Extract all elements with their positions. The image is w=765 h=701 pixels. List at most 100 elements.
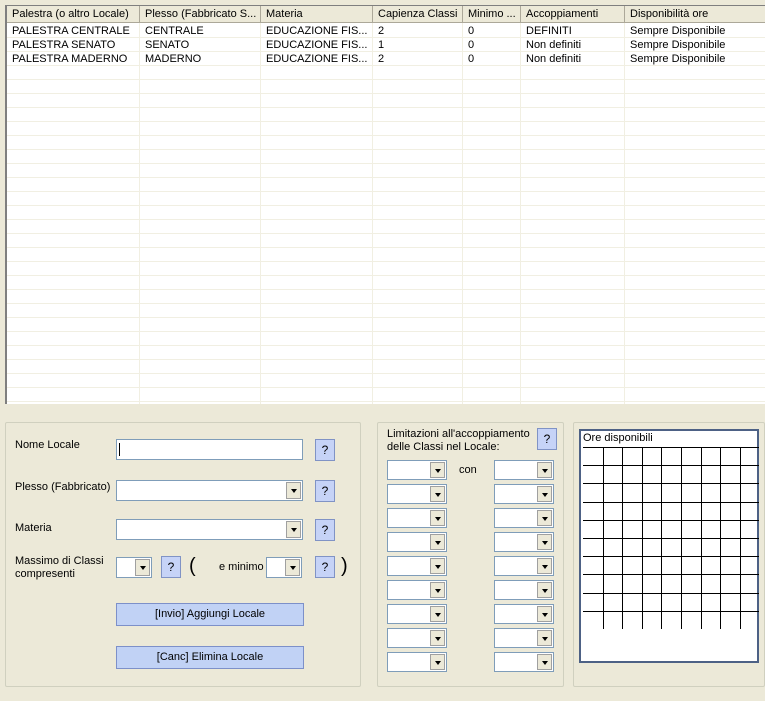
hour-slot[interactable] bbox=[583, 610, 603, 629]
nome-locale-help-button[interactable]: ? bbox=[315, 439, 335, 461]
hour-slot[interactable] bbox=[641, 447, 662, 466]
hour-slot[interactable] bbox=[583, 483, 603, 501]
massimo-classi-select[interactable] bbox=[116, 557, 152, 578]
hour-slot[interactable] bbox=[739, 556, 760, 575]
delete-locale-button[interactable]: [Canc] Elimina Locale bbox=[116, 646, 304, 669]
column-header[interactable]: Plesso (Fabbricato S... bbox=[140, 6, 261, 23]
limit-class-b-select[interactable] bbox=[494, 580, 554, 600]
hour-slot[interactable] bbox=[583, 538, 603, 556]
limit-class-b-select[interactable] bbox=[494, 484, 554, 504]
hour-slot[interactable] bbox=[739, 538, 760, 557]
add-locale-button[interactable]: [Invio] Aggiungi Locale bbox=[116, 603, 304, 626]
hour-slot[interactable] bbox=[720, 574, 740, 593]
hour-slot[interactable] bbox=[739, 592, 760, 611]
hour-slot[interactable] bbox=[720, 519, 740, 538]
hour-slot[interactable] bbox=[720, 483, 740, 502]
hour-slot[interactable] bbox=[661, 465, 681, 484]
materia-help-button[interactable]: ? bbox=[315, 519, 335, 541]
limit-class-a-select[interactable] bbox=[387, 652, 447, 672]
hour-slot[interactable] bbox=[661, 519, 681, 538]
hour-slot[interactable] bbox=[681, 501, 701, 520]
limit-class-a-select[interactable] bbox=[387, 508, 447, 528]
hour-slot[interactable] bbox=[720, 447, 740, 466]
hour-slot[interactable] bbox=[622, 519, 642, 538]
hour-slot[interactable] bbox=[700, 592, 721, 611]
hour-slot[interactable] bbox=[681, 483, 701, 502]
hour-slot[interactable] bbox=[602, 574, 623, 593]
hour-slot[interactable] bbox=[661, 556, 681, 575]
plesso-help-button[interactable]: ? bbox=[315, 480, 335, 502]
hour-slot[interactable] bbox=[681, 592, 701, 611]
hour-slot[interactable] bbox=[602, 519, 623, 538]
hour-slot[interactable] bbox=[622, 574, 642, 593]
column-header[interactable]: Palestra (o altro Locale) bbox=[7, 6, 140, 23]
hour-slot[interactable] bbox=[661, 574, 681, 593]
hour-slot[interactable] bbox=[720, 501, 740, 520]
limit-class-a-select[interactable] bbox=[387, 460, 447, 480]
limit-class-b-select[interactable] bbox=[494, 604, 554, 624]
hour-slot[interactable] bbox=[739, 483, 760, 502]
hour-slot[interactable] bbox=[641, 519, 662, 538]
hour-slot[interactable] bbox=[583, 592, 603, 611]
hour-slot[interactable] bbox=[602, 556, 623, 575]
hour-slot[interactable] bbox=[700, 519, 721, 538]
hour-slot[interactable] bbox=[681, 519, 701, 538]
limit-class-a-select[interactable] bbox=[387, 556, 447, 576]
hour-slot[interactable] bbox=[720, 556, 740, 575]
hour-slot[interactable] bbox=[641, 465, 662, 484]
hour-slot[interactable] bbox=[700, 501, 721, 520]
hour-slot[interactable] bbox=[602, 592, 623, 611]
hour-slot[interactable] bbox=[720, 592, 740, 611]
hour-slot[interactable] bbox=[622, 483, 642, 502]
column-header[interactable]: Capienza Classi bbox=[373, 6, 463, 23]
hour-slot[interactable] bbox=[622, 610, 642, 629]
hour-slot[interactable] bbox=[602, 447, 623, 466]
hour-slot[interactable] bbox=[700, 574, 721, 593]
hour-slot[interactable] bbox=[720, 465, 740, 484]
nome-locale-input[interactable] bbox=[116, 439, 303, 460]
hour-slot[interactable] bbox=[700, 556, 721, 575]
limit-class-b-select[interactable] bbox=[494, 508, 554, 528]
hour-slot[interactable] bbox=[739, 574, 760, 593]
hour-slot[interactable] bbox=[622, 592, 642, 611]
hour-slot[interactable] bbox=[622, 465, 642, 484]
hour-slot[interactable] bbox=[700, 610, 721, 629]
hour-slot[interactable] bbox=[641, 501, 662, 520]
hour-slot[interactable] bbox=[602, 610, 623, 629]
hour-slot[interactable] bbox=[583, 501, 603, 520]
hour-slot[interactable] bbox=[681, 447, 701, 466]
hour-slot[interactable] bbox=[661, 610, 681, 629]
limit-class-a-select[interactable] bbox=[387, 484, 447, 504]
hour-slot[interactable] bbox=[583, 574, 603, 592]
hour-slot[interactable] bbox=[661, 447, 681, 466]
hour-slot[interactable] bbox=[641, 483, 662, 502]
hour-slot[interactable] bbox=[681, 538, 701, 557]
hour-slot[interactable] bbox=[739, 447, 760, 466]
limit-class-b-select[interactable] bbox=[494, 556, 554, 576]
hour-slot[interactable] bbox=[700, 447, 721, 466]
hour-slot[interactable] bbox=[583, 447, 603, 465]
limit-class-a-select[interactable] bbox=[387, 604, 447, 624]
column-header[interactable]: Minimo ... bbox=[463, 6, 521, 23]
limit-class-b-select[interactable] bbox=[494, 652, 554, 672]
limit-class-a-select[interactable] bbox=[387, 580, 447, 600]
hour-slot[interactable] bbox=[700, 538, 721, 557]
hour-slot[interactable] bbox=[661, 483, 681, 502]
hour-slot[interactable] bbox=[739, 465, 760, 484]
column-header[interactable]: Accoppiamenti bbox=[521, 6, 625, 23]
minimo-help-button[interactable]: ? bbox=[315, 556, 335, 578]
hour-slot[interactable] bbox=[622, 556, 642, 575]
hour-slot[interactable] bbox=[622, 538, 642, 557]
hour-slot[interactable] bbox=[622, 501, 642, 520]
limitazioni-help-button[interactable]: ? bbox=[537, 428, 557, 450]
hour-slot[interactable] bbox=[602, 465, 623, 484]
column-header[interactable]: Disponibilità ore bbox=[625, 6, 765, 23]
hour-slot[interactable] bbox=[583, 465, 603, 483]
limit-class-b-select[interactable] bbox=[494, 628, 554, 648]
hour-slot[interactable] bbox=[641, 592, 662, 611]
hour-slot[interactable] bbox=[661, 592, 681, 611]
hour-slot[interactable] bbox=[622, 447, 642, 466]
locali-table[interactable]: Palestra (o altro Locale) Plesso (Fabbric… bbox=[5, 5, 765, 404]
column-header[interactable]: Materia bbox=[261, 6, 373, 23]
hour-slot[interactable] bbox=[681, 465, 701, 484]
